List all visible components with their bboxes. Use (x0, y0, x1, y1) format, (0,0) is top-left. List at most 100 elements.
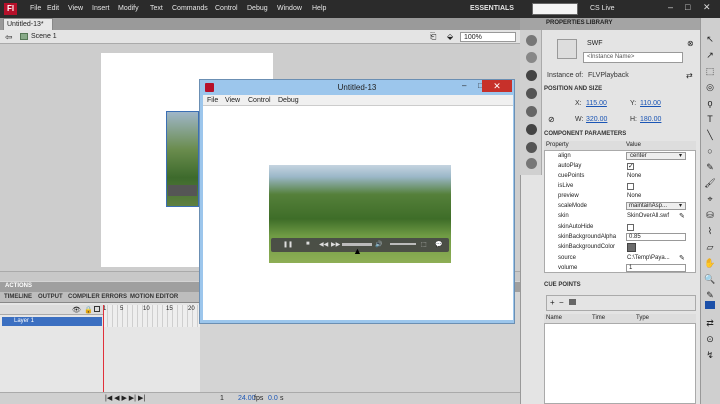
menu-commands[interactable]: Commands (172, 5, 208, 12)
eyedropper-icon[interactable]: ⌇ (704, 226, 716, 238)
maximize-icon[interactable]: □ (685, 2, 690, 12)
menu-view[interactable]: View (68, 5, 83, 12)
volume-slider[interactable] (390, 243, 416, 245)
cue-points-section[interactable]: CUE POINTS (544, 282, 581, 288)
selection-tool-icon[interactable]: ↖ (704, 34, 716, 46)
x-value[interactable]: 115.00 (586, 100, 607, 107)
bone-tool-icon[interactable]: ⌖ (704, 194, 716, 206)
scene-label[interactable]: Scene 1 (31, 33, 57, 40)
text-tool-icon[interactable]: T (704, 114, 716, 126)
color-icon[interactable] (526, 35, 537, 46)
fullscreen-icon[interactable]: ⬚ (421, 241, 427, 248)
volume-icon[interactable]: 🔊 (375, 241, 382, 248)
close-icon[interactable]: ✕ (703, 2, 711, 13)
back-icon[interactable]: ◀◀ (319, 241, 328, 248)
autoplay-checkbox[interactable]: ✓ (627, 163, 634, 170)
param-value[interactable]: None (627, 173, 641, 179)
document-tab[interactable]: Untitled-13* (3, 18, 53, 30)
help-icon[interactable]: ⊗ (687, 39, 694, 48)
back-arrow-icon[interactable]: ⇦ (5, 32, 13, 43)
pencil-icon[interactable]: ✎ (679, 212, 685, 220)
stop-icon[interactable]: ■ (306, 241, 310, 247)
minimize-icon[interactable]: – (462, 81, 466, 90)
param-value[interactable]: SkinOverAll.swf (627, 213, 669, 219)
add-cue-icon[interactable]: + (550, 298, 555, 307)
swf-menu-control[interactable]: Control (248, 97, 271, 104)
oval-tool-icon[interactable]: ○ (704, 146, 716, 158)
motion-presets-icon[interactable] (526, 142, 537, 153)
subselection-tool-icon[interactable]: ↗ (704, 50, 716, 62)
zoom-tool-icon[interactable]: 🔍 (704, 274, 716, 286)
paint-bucket-icon[interactable]: ⛁ (704, 210, 716, 222)
swap-colors-icon[interactable]: ⇄ (704, 318, 716, 330)
eraser-icon[interactable]: ▱ (704, 242, 716, 254)
forward-icon[interactable]: ▶▶ (331, 241, 340, 248)
swap-symbol-icon[interactable]: ⇄ (686, 71, 693, 80)
remove-cue-icon[interactable]: − (559, 298, 564, 307)
pause-icon[interactable]: ❚❚ (283, 241, 293, 248)
lasso-icon[interactable]: ϙ (704, 98, 716, 110)
skinautohide-checkbox[interactable] (627, 224, 634, 231)
3d-rotation-icon[interactable]: ◎ (704, 82, 716, 94)
tab-output[interactable]: OUTPUT (38, 294, 63, 300)
brush-tool-icon[interactable]: 🖌 (704, 178, 716, 190)
param-value[interactable]: C:\Temp\Paya... (627, 255, 670, 261)
outline-icon[interactable] (94, 306, 100, 312)
tab-library[interactable]: LIBRARY (586, 20, 612, 26)
skin-color-swatch[interactable] (627, 243, 636, 252)
param-value[interactable]: None (627, 193, 641, 199)
frame-rate[interactable]: 24.00 (238, 395, 256, 402)
edit-symbol-icon[interactable]: ⬙ (447, 32, 453, 41)
menu-window[interactable]: Window (277, 5, 302, 12)
folder-icon[interactable] (569, 299, 576, 305)
menu-debug[interactable]: Debug (247, 5, 268, 12)
cs-live-button[interactable]: CS Live (590, 5, 615, 12)
component-parameters-section[interactable]: COMPONENT PARAMETERS (544, 131, 626, 137)
transform-icon[interactable] (526, 106, 537, 117)
menu-text[interactable]: Text (150, 5, 163, 12)
close-icon[interactable]: ✕ (482, 80, 512, 92)
volume-input[interactable] (626, 264, 686, 272)
components-icon[interactable] (526, 124, 537, 135)
layer-row[interactable]: Layer 1 (2, 317, 102, 326)
eye-icon[interactable]: 👁 (72, 306, 81, 314)
link-icon[interactable]: ⊘ (548, 115, 555, 124)
tab-timeline[interactable]: TIMELINE (4, 294, 32, 300)
align-icon[interactable] (526, 70, 537, 81)
menu-insert[interactable]: Insert (92, 5, 110, 12)
menu-modify[interactable]: Modify (118, 5, 139, 12)
menu-edit[interactable]: Edit (47, 5, 59, 12)
swf-menu-debug[interactable]: Debug (278, 97, 299, 104)
smooth-icon[interactable]: ↯ (704, 350, 716, 362)
edit-scene-icon[interactable]: ⎗ (430, 32, 436, 42)
lock-icon[interactable]: 🔒 (84, 306, 93, 314)
w-value[interactable]: 320.00 (586, 116, 607, 123)
swf-menu-view[interactable]: View (225, 97, 240, 104)
code-snippets-icon[interactable] (526, 158, 537, 169)
menu-file[interactable]: File (30, 5, 41, 12)
playhead[interactable] (103, 305, 104, 392)
minimize-icon[interactable]: – (668, 2, 673, 12)
menu-control[interactable]: Control (215, 5, 238, 12)
captions-icon[interactable]: 💬 (435, 241, 442, 248)
frames-grid[interactable] (103, 305, 200, 327)
info-icon[interactable] (526, 88, 537, 99)
tab-compiler-errors[interactable]: COMPILER ERRORS (68, 294, 127, 300)
pencil-icon[interactable]: ✎ (679, 254, 685, 262)
h-value[interactable]: 180.00 (640, 116, 661, 123)
snap-icon[interactable]: ⊙ (704, 334, 716, 346)
tab-motion-editor[interactable]: MOTION EDITOR (130, 294, 178, 300)
hand-tool-icon[interactable]: ✋ (704, 258, 716, 270)
free-transform-icon[interactable]: ⬚ (704, 66, 716, 78)
y-value[interactable]: 110.00 (640, 100, 661, 107)
playback-controls-icon[interactable]: |◀ ◀ ▶ ▶| ▶| (105, 394, 145, 402)
islive-checkbox[interactable] (627, 183, 634, 190)
menu-help[interactable]: Help (312, 5, 326, 12)
instance-name-input[interactable]: <Instance Name> (583, 52, 683, 63)
swatches-icon[interactable] (526, 52, 537, 63)
line-tool-icon[interactable]: ╲ (704, 130, 716, 142)
workspace-switcher[interactable]: ESSENTIALS (470, 5, 514, 12)
position-size-section[interactable]: POSITION AND SIZE (544, 86, 602, 92)
pencil-tool-icon[interactable]: ✎ (704, 162, 716, 174)
tab-properties[interactable]: PROPERTIES (546, 20, 585, 26)
